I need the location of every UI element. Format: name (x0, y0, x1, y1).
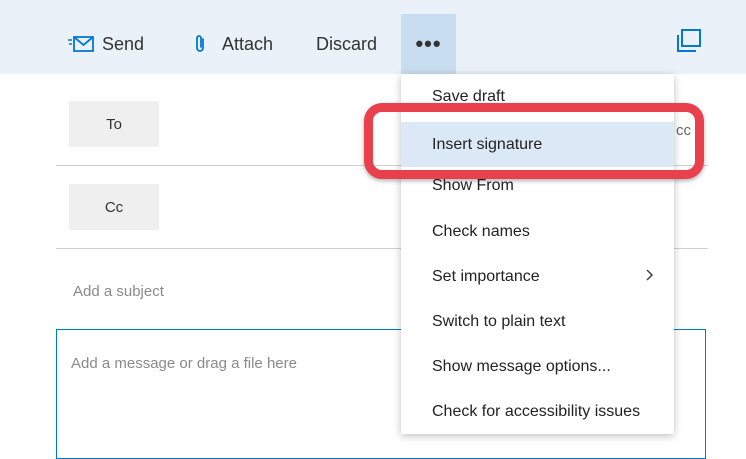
menu-item-label: Set importance (432, 267, 540, 285)
message-body-placeholder: Add a message or drag a file here (71, 355, 297, 372)
popout-window-icon[interactable] (676, 29, 702, 58)
to-label: To (106, 115, 122, 133)
discard-label: Discard (316, 33, 378, 54)
menu-item-label: Show From (432, 176, 514, 194)
attach-label: Attach (222, 33, 274, 54)
send-button[interactable]: Send (68, 26, 144, 62)
menu-item-show-message-options[interactable]: Show message options... (401, 344, 674, 389)
menu-item-switch-plain-text[interactable]: Switch to plain text (401, 299, 674, 344)
more-ellipsis-icon: ••• (415, 31, 442, 56)
cc-button[interactable]: Cc (69, 184, 159, 230)
send-label: Send (102, 33, 145, 54)
cc-label: Cc (104, 198, 124, 216)
menu-item-check-names[interactable]: Check names (401, 209, 674, 254)
more-actions-button[interactable]: ••• (401, 14, 456, 74)
attach-button[interactable]: Attach (194, 26, 273, 62)
chevron-right-icon (646, 268, 654, 286)
menu-item-accessibility-check[interactable]: Check for accessibility issues (401, 389, 674, 434)
paperclip-icon (194, 34, 208, 54)
subject-input[interactable]: Add a subject (73, 283, 164, 300)
menu-item-label: Check for accessibility issues (432, 402, 641, 420)
discard-button[interactable]: Discard (316, 26, 377, 62)
send-envelope-icon (68, 35, 94, 53)
compose-toolbar: Send Attach Discard ••• (0, 0, 746, 74)
menu-item-label: Show message options... (432, 357, 611, 375)
to-button[interactable]: To (69, 101, 159, 147)
menu-item-set-importance[interactable]: Set importance (401, 254, 674, 299)
menu-item-label: Check names (432, 222, 530, 240)
menu-item-label: Switch to plain text (432, 312, 566, 330)
highlight-callout (364, 103, 704, 179)
